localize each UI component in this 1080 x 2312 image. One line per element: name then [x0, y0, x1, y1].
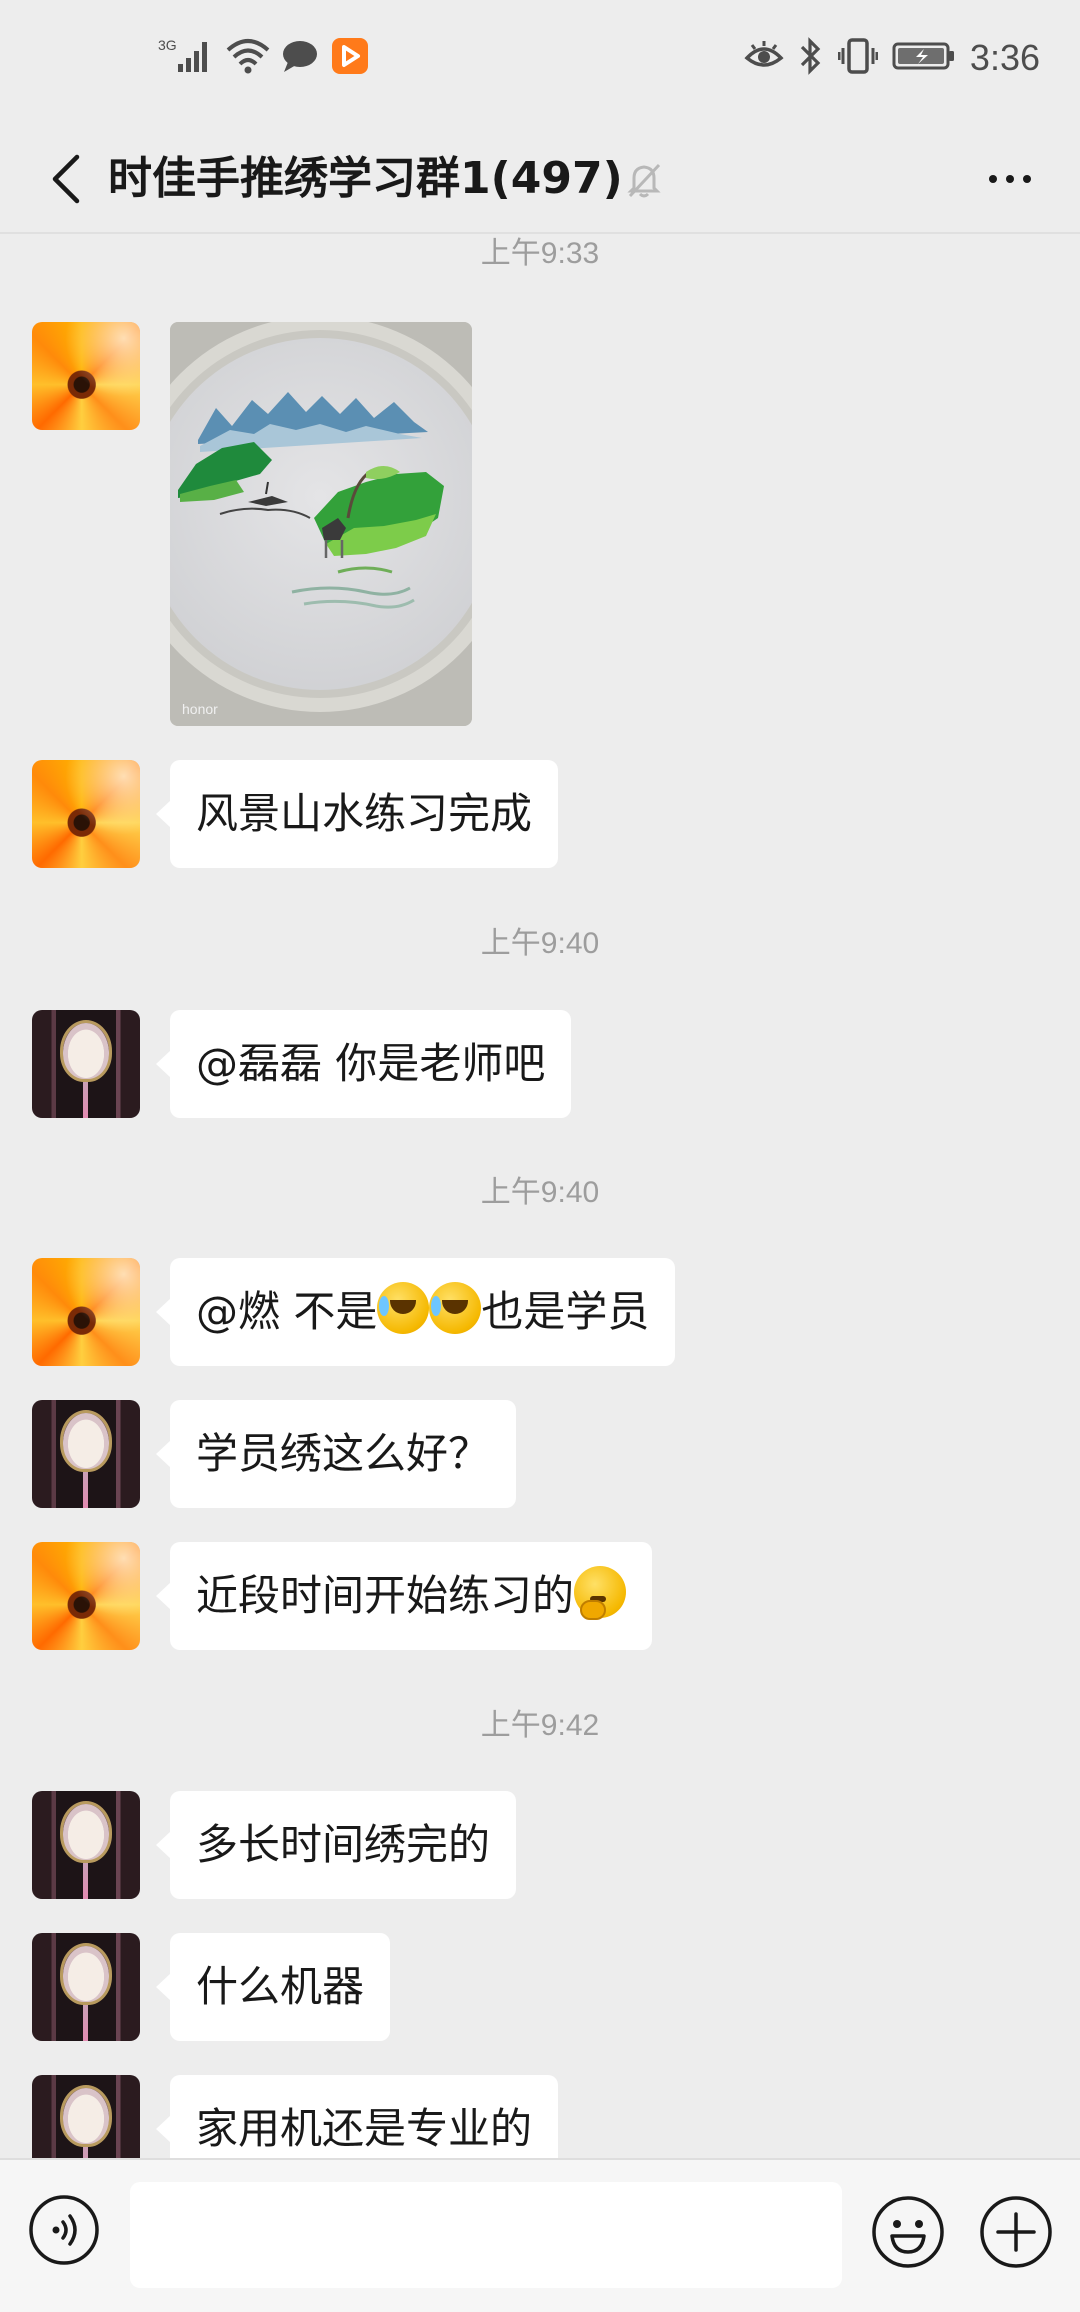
- bluetooth-icon: [798, 36, 824, 80]
- message-input[interactable]: [130, 2182, 842, 2288]
- voice-icon: [29, 2195, 99, 2265]
- avatar-fan-tassel: [83, 1863, 88, 1899]
- sender-avatar[interactable]: [32, 1258, 140, 1366]
- eye-comfort-icon: [744, 36, 784, 80]
- message-text-part: 也是学员: [481, 1287, 650, 1336]
- message-bubble[interactable]: @燃 不是 也是学员: [155, 1258, 676, 1366]
- back-icon: [52, 154, 80, 204]
- more-dot: [1023, 175, 1031, 183]
- more-button[interactable]: [970, 144, 1050, 214]
- avatar-fan-graphic: [60, 2085, 112, 2147]
- plus-icon: [980, 2196, 1052, 2268]
- network-type-label: 3G: [158, 37, 177, 53]
- back-button[interactable]: [30, 144, 100, 214]
- thinking-face-icon: [574, 1566, 627, 1620]
- status-time: 3:36: [969, 37, 1040, 78]
- emoji-button[interactable]: [870, 2194, 946, 2270]
- avatar-fan-graphic: [60, 1020, 112, 1082]
- more-functions-button[interactable]: [978, 2194, 1054, 2270]
- group-title: 时佳手推绣学习群1(497): [108, 153, 623, 204]
- more-dot: [1006, 175, 1014, 183]
- message-timestamp: 上午9:42: [480, 1709, 600, 1742]
- message-bubble[interactable]: 学员绣这么好？: [155, 1400, 517, 1508]
- more-dot: [989, 175, 997, 183]
- message-bubble[interactable]: 什么机器: [155, 1933, 391, 2041]
- sender-avatar[interactable]: [32, 1791, 140, 1899]
- mute-bell-icon: [626, 160, 662, 204]
- message-timestamp: 上午9:40: [480, 927, 600, 960]
- chat-message-list[interactable]: 上午9:33 honor 风景山水练习完成 上午9:40 @磊磊 你是老师吧 上…: [0, 234, 1080, 2159]
- message-timestamp: 上午9:40: [480, 1176, 600, 1209]
- message-bubble[interactable]: 风景山水练习完成: [155, 760, 559, 868]
- sender-avatar[interactable]: [32, 322, 140, 430]
- photo-watermark: honor: [182, 701, 218, 717]
- face-with-tears-of-joy-icon: [429, 1282, 482, 1334]
- status-right-icons: 3:36: [744, 36, 1040, 80]
- sender-avatar[interactable]: [32, 1542, 140, 1650]
- avatar-fan-graphic: [60, 1943, 112, 2005]
- sender-avatar[interactable]: [32, 1400, 140, 1508]
- chat-header: 时佳手推绣学习群1(497): [0, 124, 1080, 234]
- embroidery-landscape-image: honor: [170, 322, 472, 726]
- message-input-bar: [0, 2158, 1080, 2312]
- sender-avatar[interactable]: [32, 1010, 140, 1118]
- sender-avatar[interactable]: [32, 760, 140, 868]
- vibrate-icon: [837, 36, 879, 80]
- status-left-icons: 3G: [158, 36, 370, 80]
- sender-avatar[interactable]: [32, 2075, 140, 2159]
- signal-icon: 3G: [158, 36, 216, 80]
- avatar-fan-graphic: [60, 1801, 112, 1863]
- avatar-fan-tassel: [83, 2005, 88, 2041]
- voice-input-button[interactable]: [28, 2194, 100, 2266]
- chat-notification-icon: [280, 36, 320, 80]
- message-bubble[interactable]: 家用机还是专业的: [155, 2075, 559, 2159]
- face-with-tears-of-joy-icon: [377, 1282, 430, 1334]
- status-bar: 3G 3:36: [0, 0, 1080, 124]
- video-app-icon: [330, 36, 370, 80]
- avatar-fan-tassel: [83, 1472, 88, 1508]
- message-bubble[interactable]: 多长时间绣完的: [155, 1791, 517, 1899]
- avatar-fan-tassel: [83, 1082, 88, 1118]
- message-text-part: @燃 不是: [196, 1287, 378, 1336]
- message-bubble[interactable]: 近段时间开始练习的: [155, 1542, 653, 1650]
- message-text-part: 近段时间开始练习的: [196, 1571, 575, 1620]
- message-bubble[interactable]: @磊磊 你是老师吧: [155, 1010, 572, 1118]
- avatar-fan-graphic: [60, 1410, 112, 1472]
- wifi-icon: [226, 36, 270, 80]
- embroidery-photo-message[interactable]: honor: [170, 322, 472, 726]
- emoji-icon: [872, 2196, 944, 2268]
- sender-avatar[interactable]: [32, 1933, 140, 2041]
- battery-icon: [892, 36, 956, 80]
- message-timestamp: 上午9:33: [480, 237, 600, 270]
